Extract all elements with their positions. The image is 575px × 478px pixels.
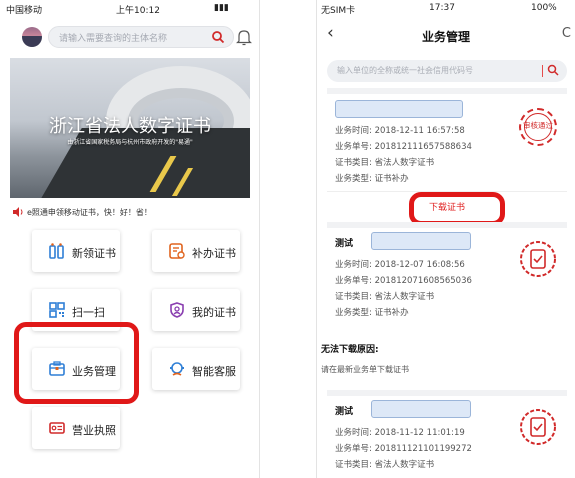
battery-percent: 100% (531, 3, 557, 13)
my-certificate-icon (170, 302, 184, 318)
right-status-bar: 无SIM卡 17:37 100% (317, 0, 575, 18)
speaker-icon (13, 207, 23, 217)
business-number: 业务单号: 201811121101199272 (335, 444, 472, 454)
certificate-category: 证书类目: 省法人数字证书 (335, 292, 435, 302)
business-license-button[interactable]: 营业执照 (32, 407, 120, 449)
certificate-category: 证书类目: 省法人数字证书 (335, 460, 435, 470)
search-icon[interactable] (547, 64, 559, 76)
document-stamp-icon (520, 241, 556, 277)
highlight-download (409, 192, 505, 226)
new-certificate-button[interactable]: 新领证书 (32, 230, 120, 272)
search-input[interactable]: 请输入需要查询的主体名称 (48, 26, 234, 48)
tile-label: 营业执照 (72, 424, 116, 437)
search-placeholder: 输入单位的全称或统一社会信用代码号 (337, 66, 473, 75)
company-name-prefix: 测试 (335, 407, 354, 417)
search-placeholder: 请输入需要查询的主体名称 (59, 34, 168, 44)
notice-bar[interactable]: e照通申领移动证书，快！好！省！ (10, 204, 250, 220)
business-card[interactable]: 业务时间: 2018-12-11 16:57:58 业务单号: 20181211… (327, 88, 567, 226)
approved-stamp: 审核通过 (519, 108, 557, 146)
my-certificate-button[interactable]: 我的证书 (152, 289, 240, 331)
smart-service-icon (170, 362, 184, 376)
business-time: 业务时间: 2018-12-11 16:57:58 (335, 126, 465, 136)
notice-text: e照通申领移动证书，快！好！省！ (27, 208, 152, 217)
avatar[interactable] (22, 27, 42, 47)
stamp-text: 审核通过 (523, 121, 553, 130)
tile-label: 我的证书 (192, 306, 236, 319)
right-phone-screen: 无SIM卡 17:37 100% ‹ 业务管理 C 输入单位的全称或统一社会信用… (316, 0, 575, 478)
bell-icon[interactable] (236, 28, 252, 46)
smart-service-button[interactable]: 智能客服 (152, 348, 240, 390)
refresh-icon[interactable]: C (562, 26, 571, 41)
status-time: 上午10:12 (116, 6, 160, 16)
highlight-business-management (14, 322, 139, 404)
failure-text: 请在最新业务单下载证书 (321, 365, 409, 374)
business-time: 业务时间: 2018-11-12 11:01:19 (335, 428, 465, 438)
new-certificate-icon (49, 243, 64, 259)
page-title: 业务管理 (421, 30, 470, 44)
business-time: 业务时间: 2018-12-07 16:08:56 (335, 260, 465, 270)
business-card[interactable]: 测试 业务时间: 2018-12-07 16:08:56 业务单号: 20181… (327, 222, 567, 326)
tile-label: 补办证书 (192, 247, 236, 260)
left-status-bar: 中国移动 上午10:12 ▮▮▮ (0, 0, 259, 18)
search-icon[interactable] (211, 30, 225, 44)
banner-subtitle: 由浙江省国家税务局与杭州市政府开发的"易通" (67, 139, 193, 146)
failure-label: 无法下载原因: (321, 345, 379, 355)
banner-carousel[interactable]: 浙江省法人数字证书 由浙江省国家税务局与杭州市政府开发的"易通" (10, 58, 250, 198)
search-input[interactable]: 输入单位的全称或统一社会信用代码号 (327, 60, 567, 82)
sim-status: 无SIM卡 (321, 6, 356, 16)
left-phone-screen: 中国移动 上午10:12 ▮▮▮ 请输入需要查询的主体名称 浙江省法人数字证书 … (0, 0, 260, 478)
company-name-redacted (335, 100, 463, 118)
qr-scan-icon (49, 302, 65, 318)
tile-label: 新领证书 (72, 247, 116, 260)
business-number: 业务单号: 201812071608565036 (335, 276, 472, 286)
business-type: 业务类型: 证书补办 (335, 174, 409, 184)
business-type: 业务类型: 证书补办 (335, 308, 409, 318)
business-number: 业务单号: 201812111657588634 (335, 142, 472, 152)
tile-label: 智能客服 (192, 365, 236, 378)
company-name-redacted (371, 232, 471, 250)
nav-bar: ‹ 业务管理 C (317, 18, 575, 52)
banner-title: 浙江省法人数字证书 (49, 116, 211, 137)
certificate-category: 证书类目: 省法人数字证书 (335, 158, 435, 168)
signal-carrier: 中国移动 (6, 6, 43, 16)
company-name-redacted (371, 400, 471, 418)
company-name-prefix: 测试 (335, 239, 354, 249)
reissue-certificate-icon (169, 243, 185, 259)
document-stamp-icon (520, 409, 556, 445)
business-license-icon (49, 422, 65, 434)
tile-label: 扫一扫 (72, 306, 105, 319)
battery-icon: ▮▮▮ (214, 3, 229, 13)
carousel-dots (118, 189, 158, 198)
reissue-certificate-button[interactable]: 补办证书 (152, 230, 240, 272)
business-card[interactable]: 测试 业务时间: 2018-11-12 11:01:19 业务单号: 20181… (327, 390, 567, 478)
status-time: 17:37 (429, 3, 455, 13)
